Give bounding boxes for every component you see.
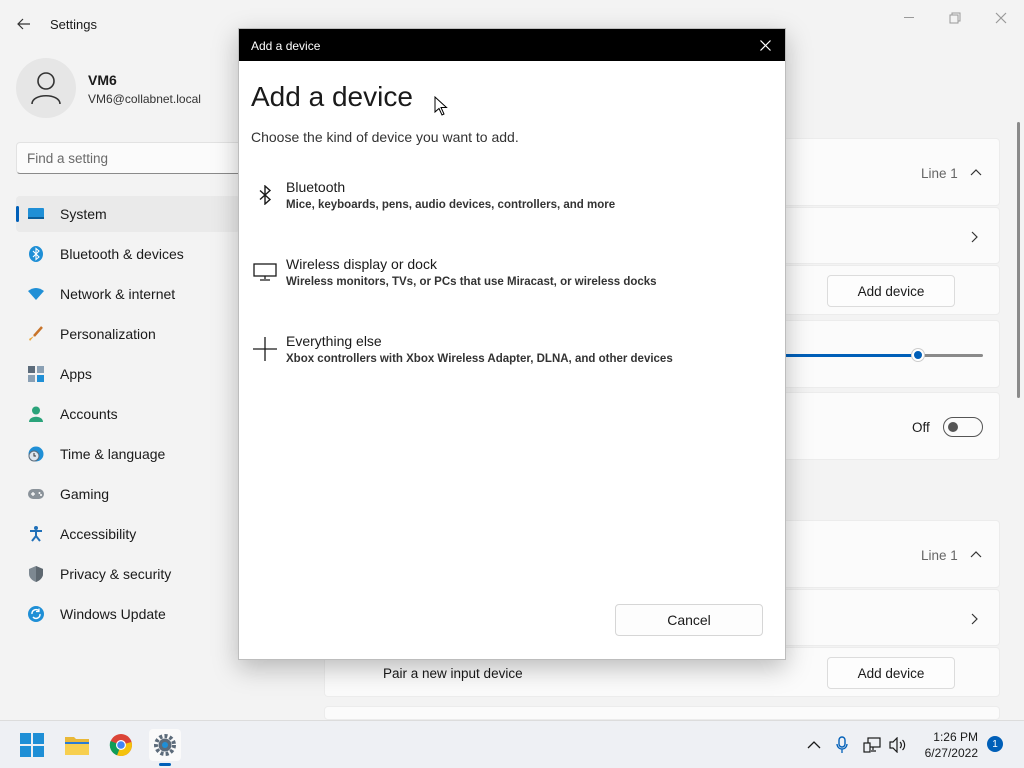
input-device-value: Line 1: [921, 548, 958, 563]
sidebar-item-system[interactable]: System: [16, 196, 240, 232]
chevron-right-icon: [971, 230, 979, 246]
user-profile[interactable]: VM6 VM6@collabnet.local: [16, 58, 236, 118]
volume-icon[interactable]: [888, 735, 908, 755]
sidebar-item-time-language[interactable]: Time & language: [16, 436, 240, 472]
sidebar-item-label: Accounts: [60, 406, 118, 422]
output-device-value: Line 1: [921, 166, 958, 181]
active-app-indicator: [159, 763, 171, 766]
dialog-close-button[interactable]: [755, 35, 775, 55]
add-input-device-button[interactable]: Add device: [827, 657, 955, 689]
maximize-button[interactable]: [940, 8, 970, 28]
folder-icon: [65, 737, 89, 755]
close-icon: [759, 39, 771, 51]
system-icon: [28, 206, 44, 222]
dialog-subtitle: Choose the kind of device you want to ad…: [251, 129, 519, 145]
sidebar-item-label: Personalization: [60, 326, 156, 342]
sidebar-item-label: Time & language: [60, 446, 166, 462]
brush-icon: [28, 326, 44, 342]
file-explorer-button[interactable]: [61, 729, 93, 761]
bluetooth-icon: [28, 246, 44, 262]
taskbar: 1:26 PM 6/27/2022: [0, 720, 1024, 768]
close-button[interactable]: [986, 8, 1016, 28]
start-button[interactable]: [16, 729, 48, 761]
chevron-up-icon: [970, 163, 982, 179]
scrollbar[interactable]: [1017, 122, 1020, 398]
sidebar-item-label: Windows Update: [60, 606, 166, 622]
add-device-button[interactable]: Add device: [827, 275, 955, 307]
gear-icon: [154, 734, 176, 756]
sidebar-item-privacy[interactable]: Privacy & security: [16, 556, 240, 592]
shield-icon: [28, 566, 44, 582]
update-icon: [28, 606, 44, 622]
sidebar-item-label: Apps: [60, 366, 92, 382]
sidebar-item-label: Gaming: [60, 486, 110, 502]
windows-logo-icon: [20, 733, 44, 757]
option-description: Mice, keyboards, pens, audio devices, co…: [286, 199, 616, 211]
next-card: [324, 706, 1000, 720]
dialog-title: Add a device: [251, 39, 321, 53]
sidebar-nav: System Bluetooth & devices Network & int…: [16, 196, 240, 636]
sidebar-item-windows-update[interactable]: Windows Update: [16, 596, 240, 632]
toggle-state: Off: [912, 420, 930, 435]
mouse-cursor-icon: [434, 95, 448, 121]
plus-icon: [249, 333, 281, 365]
search-input[interactable]: Find a setting: [16, 142, 256, 174]
pair-input-label: Pair a new input device: [383, 666, 523, 681]
chevron-up-icon[interactable]: [804, 735, 824, 755]
dialog-heading: Add a device: [251, 81, 413, 112]
volume-slider-thumb[interactable]: [912, 349, 924, 361]
sidebar-item-accessibility[interactable]: Accessibility: [16, 516, 240, 552]
option-title: Wireless display or dock: [286, 256, 437, 272]
minimize-button[interactable]: [894, 8, 924, 28]
sidebar-item-label: Privacy & security: [60, 566, 172, 582]
sidebar-item-personalization[interactable]: Personalization: [16, 316, 240, 352]
back-arrow-icon[interactable]: [12, 12, 36, 36]
sidebar-item-bluetooth[interactable]: Bluetooth & devices: [16, 236, 240, 272]
option-description: Wireless monitors, TVs, or PCs that use …: [286, 276, 657, 288]
sidebar-item-apps[interactable]: Apps: [16, 356, 240, 392]
sidebar-item-label: Accessibility: [60, 526, 137, 542]
network-icon[interactable]: [862, 735, 882, 755]
mono-audio-toggle[interactable]: [943, 417, 983, 437]
option-title: Everything else: [286, 333, 382, 349]
add-device-dialog: Add a device Add a device Choose the kin…: [238, 28, 786, 660]
option-title: Bluetooth: [286, 179, 346, 195]
sidebar-item-label: Network & internet: [60, 286, 176, 302]
apps-icon: [28, 366, 44, 382]
clock-date: 6/27/2022: [924, 746, 978, 760]
monitor-icon: [249, 256, 281, 288]
settings-taskbar-button[interactable]: [149, 729, 181, 766]
taskbar-clock[interactable]: 1:26 PM 6/27/2022: [906, 729, 978, 761]
volume-slider-fill: [785, 354, 917, 357]
sidebar-item-gaming[interactable]: Gaming: [16, 476, 240, 512]
chevron-up-icon: [970, 545, 982, 561]
option-wireless-display[interactable]: Wireless display or dock Wireless monito…: [245, 250, 779, 310]
sidebar-item-label: Bluetooth & devices: [60, 246, 184, 262]
cancel-button[interactable]: Cancel: [615, 604, 763, 636]
chevron-right-icon: [971, 612, 979, 628]
profile-email: VM6@collabnet.local: [88, 92, 201, 106]
chrome-icon: [109, 734, 132, 757]
accessibility-icon: [28, 526, 44, 542]
clock-globe-icon: [28, 446, 44, 462]
profile-name: VM6: [88, 72, 117, 88]
gamepad-icon: [28, 486, 44, 502]
avatar: [16, 58, 76, 118]
volume-slider-track: [921, 354, 983, 357]
chrome-button[interactable]: [105, 729, 137, 761]
sidebar-item-label: System: [60, 206, 107, 222]
dialog-title-bar: Add a device: [239, 29, 785, 61]
sidebar-item-network[interactable]: Network & internet: [16, 276, 240, 312]
microphone-icon[interactable]: [832, 735, 852, 755]
clock-time: 1:26 PM: [933, 730, 978, 744]
option-everything-else[interactable]: Everything else Xbox controllers with Xb…: [245, 327, 779, 387]
app-title: Settings: [50, 17, 97, 32]
option-description: Xbox controllers with Xbox Wireless Adap…: [286, 353, 673, 365]
option-bluetooth[interactable]: Bluetooth Mice, keyboards, pens, audio d…: [245, 173, 779, 233]
person-icon: [28, 406, 44, 422]
sidebar-item-accounts[interactable]: Accounts: [16, 396, 240, 432]
bluetooth-icon: [249, 179, 281, 211]
wifi-icon: [28, 286, 44, 302]
notification-badge[interactable]: 1: [987, 736, 1003, 752]
